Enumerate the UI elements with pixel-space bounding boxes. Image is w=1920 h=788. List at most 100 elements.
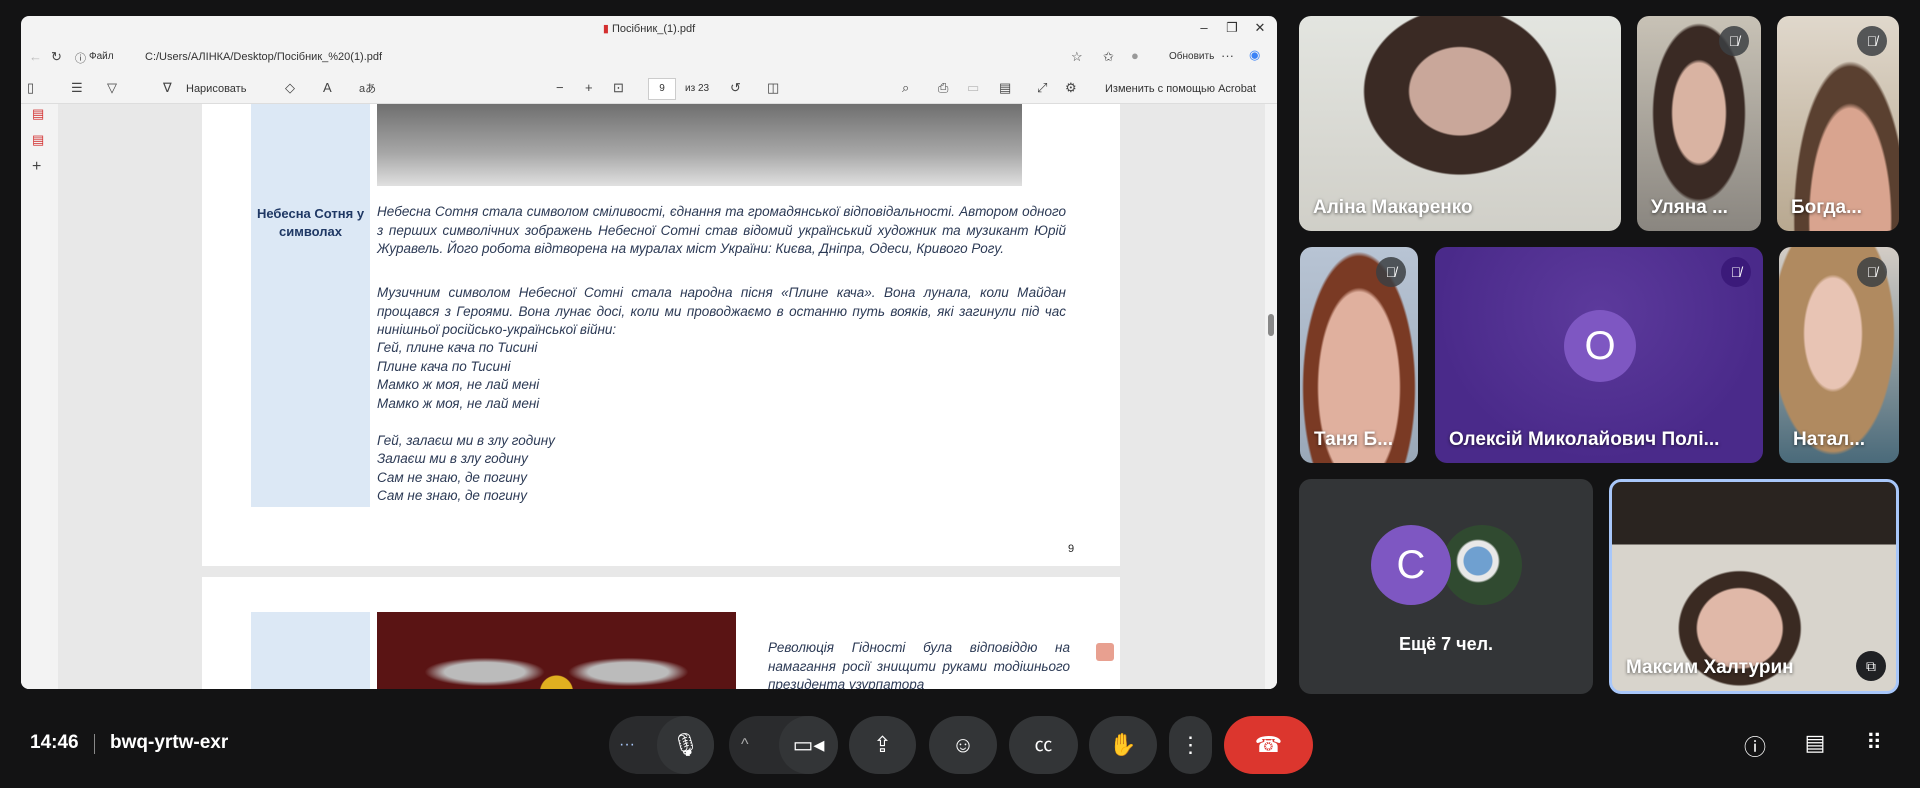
emoji-icon[interactable]: ☺: [929, 716, 997, 774]
lyric-line: Гей, плине кача по Тисині: [377, 340, 538, 355]
pdf-tab-icon[interactable]: ▤: [32, 106, 44, 122]
print-icon[interactable]: ⎙: [938, 80, 948, 96]
close-button[interactable]: ✕: [1247, 20, 1273, 36]
fit-page-icon[interactable]: ⊡: [613, 80, 624, 96]
avatar: С: [1371, 525, 1451, 605]
minimize-button[interactable]: –: [1191, 20, 1217, 35]
participant-name: Максим Халтурин: [1626, 657, 1794, 678]
lyric-line: Сам не знаю, де погину: [377, 488, 527, 503]
add-tab-icon[interactable]: +: [32, 158, 41, 176]
participant-tile[interactable]: 🎙̸ Таня Б...: [1300, 247, 1418, 463]
back-icon[interactable]: ←: [29, 49, 42, 64]
document-view: Небесна Сотня у символах Небесна Сотня с…: [58, 104, 1277, 689]
search-icon[interactable]: ⌕: [902, 80, 909, 96]
settings-icon[interactable]: ⚙: [1065, 80, 1077, 96]
mic-control: ··· 🎙: [609, 716, 714, 774]
url-field[interactable]: C:/Users/АЛІНКА/Desktop/Посібник_%20(1).…: [145, 51, 382, 63]
chat-icon[interactable]: ▤: [1799, 730, 1831, 760]
address-bar: ← ↻ ⓘ Файл C:/Users/АЛІНКА/Desktop/Посіб…: [21, 44, 1277, 72]
avatar: О: [1564, 310, 1636, 382]
lyric-line: Залаєш ми в злу годину: [377, 451, 528, 466]
lyric-line: Плине кача по Тисині: [377, 358, 511, 374]
participant-name: Натал...: [1793, 429, 1866, 450]
draw-button[interactable]: Нарисовать: [186, 83, 246, 95]
pdf-tab-icon[interactable]: ▤: [32, 132, 44, 148]
save-icon[interactable]: ▭: [967, 80, 979, 96]
meeting-info-icon[interactable]: ⓘ: [1739, 730, 1771, 760]
chevron-up-icon[interactable]: ^: [741, 716, 749, 774]
translate-icon[interactable]: aあ: [359, 80, 376, 96]
edit-with-acrobat-button[interactable]: Изменить с помощью Acrobat: [1105, 83, 1256, 95]
page-number: 9: [1068, 543, 1075, 555]
page-view-icon[interactable]: ◫: [767, 80, 779, 96]
zoom-out-icon[interactable]: −: [556, 80, 564, 95]
pdf-viewer-window: ▮ Посібник_(1).pdf – ❐ ✕ ← ↻ ⓘ Файл C:/U…: [21, 16, 1277, 689]
file-label: Файл: [89, 51, 114, 62]
lyric-line: Мамко ж моя, не лай мені: [377, 395, 540, 411]
read-aloud-icon[interactable]: A: [323, 80, 332, 95]
more-options-icon[interactable]: ⋮: [1169, 716, 1212, 774]
pdf-file-icon: ▮: [602, 23, 609, 35]
mic-off-icon: 🎙̸: [1857, 26, 1887, 56]
rotate-icon[interactable]: ↺: [730, 80, 741, 96]
paragraph-2: Музичним символом Небесної Сотні стала н…: [377, 285, 1066, 337]
participant-tile[interactable]: Аліна Макаренко: [1299, 16, 1621, 231]
participant-tile[interactable]: 🎙̸ О Олексій Миколайович Полі...: [1435, 247, 1763, 463]
participant-tile[interactable]: 🎙̸ Уляна ...: [1637, 16, 1761, 231]
others-tile[interactable]: С Ещё 7 чел.: [1299, 479, 1593, 694]
side-panel: ▤ ▤ +: [21, 104, 58, 689]
acrobat-icon[interactable]: [1096, 643, 1114, 661]
paragraph-revolution: Революція Гідності була відповіддю на на…: [768, 640, 1070, 689]
refresh-icon[interactable]: ↻: [51, 49, 62, 65]
update-button[interactable]: Обновить: [1169, 51, 1214, 62]
participant-name: Богда...: [1791, 197, 1862, 218]
scrollbar[interactable]: [1265, 104, 1277, 689]
meeting-time: 14:46: [30, 732, 79, 753]
zoom-in-icon[interactable]: +: [585, 80, 593, 95]
camera-icon[interactable]: ▭◂: [779, 716, 838, 774]
present-screen-icon[interactable]: ⇪: [849, 716, 916, 774]
mic-off-icon: 🎙̸: [1857, 257, 1887, 287]
pdf-page-10: Революція Гідності була відповіддю на на…: [202, 577, 1120, 689]
favorites-icon[interactable]: ✩: [1103, 49, 1114, 65]
sidebar-toggle-icon[interactable]: ▯: [27, 80, 34, 96]
pdf-page-9: Небесна Сотня у символах Небесна Сотня с…: [202, 104, 1120, 566]
microphone-icon[interactable]: 🎙: [657, 716, 714, 774]
mic-off-icon: 🎙̸: [1719, 26, 1749, 56]
table-heading-cell: Небесна Сотня у символах: [251, 104, 370, 507]
participant-name: Аліна Макаренко: [1313, 197, 1473, 218]
lyric-line: [377, 413, 555, 432]
participant-tile-active[interactable]: Максим Халтурин ⧉: [1609, 479, 1899, 694]
mic-off-icon: 🎙̸: [1721, 257, 1751, 287]
end-call-icon[interactable]: ☎: [1224, 716, 1313, 774]
info-icon[interactable]: ⓘ: [75, 50, 86, 66]
eraser-icon[interactable]: ◇: [285, 80, 295, 96]
captions-icon[interactable]: ㏄: [1009, 716, 1078, 774]
more-icon[interactable]: ···: [1221, 48, 1234, 63]
participant-tile[interactable]: 🎙̸ Богда...: [1777, 16, 1899, 231]
page-total: из 23: [685, 83, 710, 94]
favorite-star-icon[interactable]: ☆: [1071, 49, 1083, 65]
save-as-icon[interactable]: ▤: [999, 80, 1011, 96]
highlight-icon[interactable]: ▽: [107, 80, 117, 96]
lyric-line: Мамко ж моя, не лай мені: [377, 377, 540, 392]
mic-off-icon: 🎙̸: [1376, 257, 1406, 287]
participant-name: Таня Б...: [1314, 429, 1394, 450]
pip-icon[interactable]: ⧉: [1856, 651, 1886, 681]
fullscreen-icon[interactable]: ⤢: [1037, 80, 1047, 96]
lyric-line: Сам не знаю, де погину: [377, 469, 527, 485]
maximize-button[interactable]: ❐: [1219, 20, 1245, 36]
copilot-icon[interactable]: ◉: [1249, 47, 1260, 63]
participant-name: Уляна ...: [1651, 197, 1728, 218]
participant-tile[interactable]: 🎙̸ Натал...: [1779, 247, 1899, 463]
contents-icon[interactable]: ☰: [71, 80, 83, 96]
window-title: Посібник_(1).pdf: [611, 23, 696, 35]
profile-icon[interactable]: ●: [1131, 48, 1139, 63]
song-lyrics: Гей, плине кача по Тисині Плине кача по …: [377, 339, 555, 506]
activities-icon[interactable]: ⠿: [1858, 730, 1890, 760]
scrollbar-thumb[interactable]: [1268, 314, 1274, 336]
raise-hand-icon[interactable]: ✋: [1089, 716, 1157, 774]
draw-icon[interactable]: ∇: [163, 80, 172, 96]
audio-options-icon[interactable]: ···: [619, 716, 635, 774]
page-number-input[interactable]: 9: [648, 78, 676, 100]
